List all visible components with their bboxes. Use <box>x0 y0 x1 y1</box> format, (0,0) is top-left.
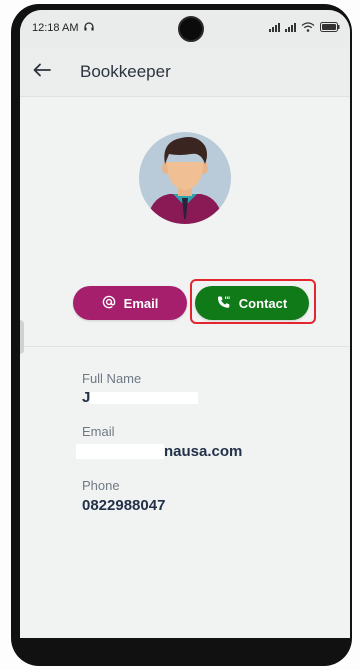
phone-call-icon <box>217 295 231 312</box>
avatar <box>139 132 231 224</box>
full-name-label: Full Name <box>82 371 142 386</box>
email-value: nausa.com <box>164 443 243 460</box>
app-bar: Bookkeeper <box>20 48 350 97</box>
signal-icon <box>269 22 280 32</box>
divider <box>20 346 350 347</box>
contact-button[interactable]: Contact <box>195 286 309 320</box>
redaction-bar <box>76 444 164 459</box>
arrow-left-icon <box>33 63 51 82</box>
email-label: Email <box>82 424 115 439</box>
battery-icon <box>320 22 340 32</box>
redaction-bar <box>90 392 198 404</box>
status-icons <box>269 22 340 32</box>
status-bar: 12:18 AM <box>20 10 350 48</box>
at-sign-icon <box>102 295 116 312</box>
status-time-group: 12:18 AM <box>32 22 94 34</box>
wifi-icon <box>301 22 315 32</box>
phone-label: Phone <box>82 478 120 493</box>
status-time: 12:18 AM <box>32 22 79 34</box>
signal-icon <box>285 22 296 32</box>
page-title: Bookkeeper <box>80 62 171 81</box>
side-handle <box>20 320 24 354</box>
email-button-label: Email <box>123 295 159 311</box>
back-button[interactable] <box>30 60 54 84</box>
contact-button-label: Contact <box>238 295 288 311</box>
headphones-icon <box>83 22 94 34</box>
app-screen: 12:18 AM Bookkeeper Email Contact Full N… <box>20 10 350 638</box>
camera-cutout <box>178 16 204 42</box>
email-button[interactable]: Email <box>73 286 187 320</box>
phone-value: 0822988047 <box>82 497 166 514</box>
